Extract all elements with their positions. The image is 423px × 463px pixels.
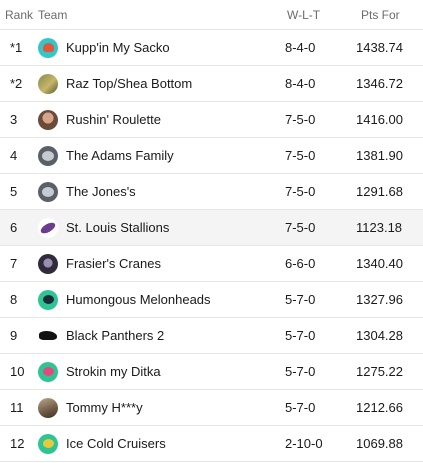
points-for-cell: 1381.90 [356,148,403,163]
record-cell: 5-7-0 [285,364,316,379]
team-name-link[interactable]: Black Panthers 2 [66,328,164,343]
team-photo-icon[interactable] [38,253,58,274]
table-header: Rank Team W-L-T Pts For [0,0,423,30]
team-name-link[interactable]: The Adams Family [66,148,174,163]
team-cell: Kupp'in My Sacko [38,37,275,58]
table-row[interactable]: 7 Frasier's Cranes 6-6-0 1340.40 [0,246,423,282]
standings-table: Rank Team W-L-T Pts For *1 Kupp'in My Sa… [0,0,423,462]
table-row[interactable]: 3 Rushin' Roulette 7-5-0 1416.00 [0,102,423,138]
points-for-cell: 1275.22 [356,364,403,379]
table-row[interactable]: 8 Humongous Melonheads 5-7-0 1327.96 [0,282,423,318]
table-row[interactable]: 9 Black Panthers 2 5-7-0 1304.28 [0,318,423,354]
panther-icon[interactable] [38,325,58,346]
table-row[interactable]: 5 The Jones's 7-5-0 1291.68 [0,174,423,210]
teal-helmet-icon[interactable] [38,37,58,58]
rank-cell: 6 [10,220,18,235]
team-cell: The Jones's [38,181,275,202]
table-row[interactable]: 4 The Adams Family 7-5-0 1381.90 [0,138,423,174]
record-cell: 8-4-0 [285,40,316,55]
record-cell: 5-7-0 [285,400,316,415]
team-name-link[interactable]: Kupp'in My Sacko [66,40,170,55]
team-photo-icon[interactable] [38,73,58,94]
team-photo-icon[interactable] [38,397,58,418]
team-cell: St. Louis Stallions [38,217,275,238]
record-cell: 8-4-0 [285,76,316,91]
rank-cell: 10 [10,364,25,379]
table-row[interactable]: 12 Ice Cold Cruisers 2-10-0 1069.88 [0,426,423,462]
grey-helmet-icon[interactable] [38,145,58,166]
team-column-header[interactable]: Team [38,8,275,22]
rank-cell: 11 [10,400,24,415]
record-cell: 5-7-0 [285,292,316,307]
team-name-link[interactable]: Humongous Melonheads [66,292,211,307]
points-for-cell: 1416.00 [356,112,403,127]
record-cell: 7-5-0 [285,220,316,235]
points-for-cell: 1291.68 [356,184,403,199]
team-cell: Ice Cold Cruisers [38,433,275,454]
rank-column-header[interactable]: Rank [0,8,38,22]
yellow-helmet-icon[interactable] [38,433,58,454]
team-name-link[interactable]: St. Louis Stallions [66,220,169,235]
pink-helmet-icon[interactable] [38,361,58,382]
team-name-link[interactable]: Tommy H***y [66,400,143,415]
team-name-link[interactable]: Ice Cold Cruisers [66,436,166,451]
rank-cell: 9 [10,328,18,343]
grey-helmet-icon[interactable] [38,181,58,202]
eggplant-icon[interactable] [38,217,58,238]
record-cell: 7-5-0 [285,184,316,199]
record-cell: 5-7-0 [285,328,316,343]
table-row[interactable]: *1 Kupp'in My Sacko 8-4-0 1438.74 [0,30,423,66]
team-cell: The Adams Family [38,145,275,166]
record-cell: 2-10-0 [285,436,323,451]
rank-cell: 12 [10,436,25,451]
points-for-cell: 1123.18 [356,220,403,235]
team-cell: Tommy H***y [38,397,275,418]
record-cell: 6-6-0 [285,256,316,271]
points-for-cell: 1340.40 [356,256,403,271]
rank-cell: 8 [10,292,18,307]
team-name-link[interactable]: Raz Top/Shea Bottom [66,76,192,91]
team-cell: Black Panthers 2 [38,325,275,346]
points-for-cell: 1304.28 [356,328,403,343]
points-for-cell: 1346.72 [356,76,403,91]
rank-cell: 5 [10,184,18,199]
record-cell: 7-5-0 [285,112,316,127]
team-photo-icon[interactable] [38,109,58,130]
team-cell: Rushin' Roulette [38,109,275,130]
team-name-link[interactable]: The Jones's [66,184,136,199]
rank-cell: *1 [10,40,23,55]
table-row[interactable]: 11 Tommy H***y 5-7-0 1212.66 [0,390,423,426]
team-cell: Strokin my Ditka [38,361,275,382]
team-name-link[interactable]: Frasier's Cranes [66,256,161,271]
points-for-cell: 1438.74 [356,40,403,55]
team-cell: Humongous Melonheads [38,289,275,310]
team-name-link[interactable]: Rushin' Roulette [66,112,161,127]
rank-cell: 7 [10,256,18,271]
points-for-cell: 1327.96 [356,292,403,307]
team-cell: Frasier's Cranes [38,253,275,274]
table-row-highlighted[interactable]: 6 St. Louis Stallions 7-5-0 1123.18 [0,210,423,246]
points-for-cell: 1212.66 [356,400,403,415]
table-row[interactable]: *2 Raz Top/Shea Bottom 8-4-0 1346.72 [0,66,423,102]
team-cell: Raz Top/Shea Bottom [38,73,275,94]
green-helmet-icon[interactable] [38,289,58,310]
table-row[interactable]: 10 Strokin my Ditka 5-7-0 1275.22 [0,354,423,390]
wlt-column-header[interactable]: W-L-T [275,8,345,22]
team-name-link[interactable]: Strokin my Ditka [66,364,161,379]
rank-cell: *2 [10,76,23,91]
rank-cell: 3 [10,112,18,127]
rank-cell: 4 [10,148,18,163]
pts-for-column-header[interactable]: Pts For [345,8,423,22]
record-cell: 7-5-0 [285,148,316,163]
points-for-cell: 1069.88 [356,436,403,451]
